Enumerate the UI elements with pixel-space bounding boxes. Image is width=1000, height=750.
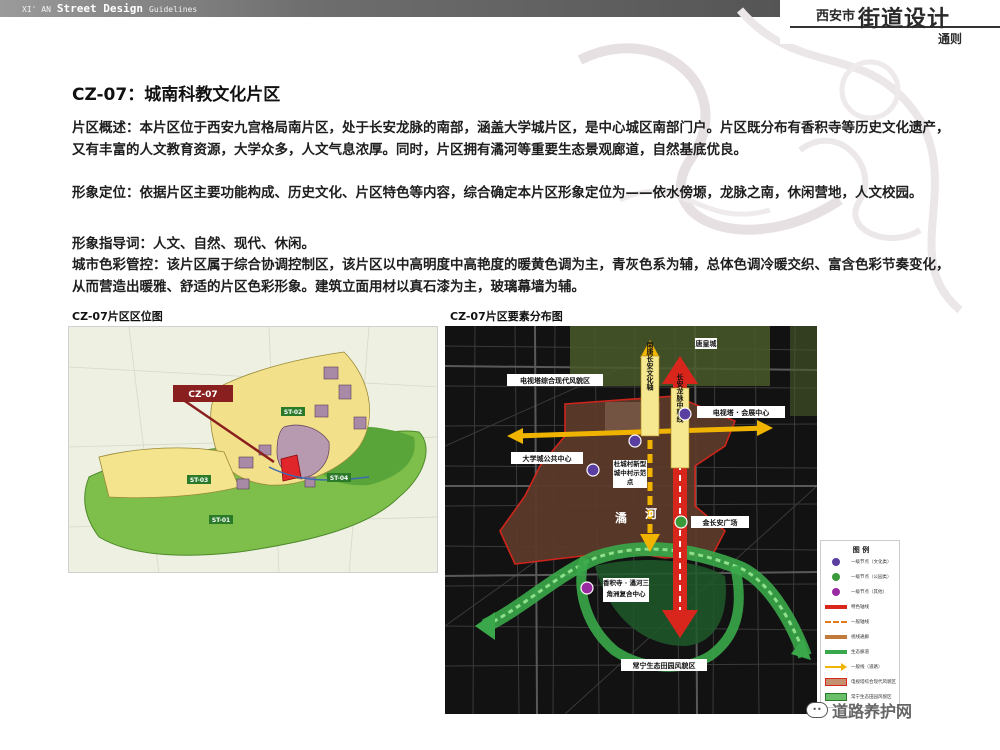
header-main-title: 街道设计	[858, 7, 951, 32]
zone-label-st02: ST-02	[284, 409, 302, 416]
legend-dashed-axis-icon	[825, 618, 847, 626]
legend-row-feature-axis: 特色轴线	[825, 602, 899, 612]
legend-row-eco-corridor: 生态廊道	[825, 647, 899, 657]
label-xiangji: 香积寺 · 潏河三角洲复合中心	[603, 579, 649, 598]
header-sub-title: 通则	[938, 32, 963, 46]
header-suffix: Guidelines	[149, 5, 198, 14]
legend-row-tv-district: 电视塔综合现代风貌区	[825, 677, 899, 687]
node-ducheng	[628, 434, 642, 448]
header-brand-title: Street Design	[56, 2, 143, 15]
header-brand: XI' AN Street Design Guidelines	[22, 2, 197, 15]
node-univ-center	[586, 463, 600, 477]
keywords-paragraph: 形象指导词：人文、自然、现代、休闲。	[72, 236, 315, 252]
legend-purple-dot-icon	[825, 558, 847, 566]
map-legend: 图 例 一级节点（文化类） 一级节点（公园类） 一级节点（其他） 特色轴线 一般…	[820, 540, 900, 708]
legend-row-park-node: 一级节点（公园类）	[825, 572, 899, 582]
label-river-2: 河	[644, 506, 657, 521]
label-jinchangan: 金长安广场	[702, 518, 738, 527]
node-xiangji	[580, 581, 594, 595]
legend-title: 图 例	[852, 546, 870, 554]
node-jinchangan	[674, 515, 688, 529]
legend-row-cultural-node: 一级节点（文化类）	[825, 557, 899, 567]
legend-red-axis-icon	[825, 603, 847, 611]
callout-label: CZ-07	[188, 390, 217, 400]
zone-label-st03: ST-03	[190, 477, 208, 484]
legend-magenta-dot-icon	[825, 588, 847, 596]
watermark: •• 道路养护网	[806, 698, 912, 722]
positioning-paragraph: 形象定位：依据片区主要功能构成、历史文化、片区特色等内容，综合确定本片区形象定位…	[72, 185, 923, 201]
label-tv-tower-district: 电视塔综合现代风貌区	[520, 376, 590, 385]
label-tang-axis: 南唐长安文化轴	[646, 341, 655, 392]
legend-sight-corridor-icon	[825, 633, 847, 641]
color-control-paragraph: 城市色彩管控：该片区属于综合协调控制区，该片区以中高明度中高艳度的暖黄色调为主，…	[72, 257, 950, 295]
legend-green-corridor-icon	[825, 648, 847, 656]
label-river-1: 潏	[615, 510, 627, 525]
zone-label-st01: ST-01	[212, 517, 230, 524]
section-title: CZ-07：城南科教文化片区	[72, 85, 281, 105]
wechat-icon: ••	[806, 702, 828, 718]
label-univ-center: 大学城公共中心	[523, 454, 572, 463]
label-huangcheng: 唐皇城	[696, 339, 717, 348]
elements-map: 南唐长安文化轴 长安龙脉中轴线 唐皇城 电视塔综合现代风貌区 电视塔 · 会展中…	[445, 326, 817, 714]
label-tv-node: 电视塔 · 会展中心	[713, 408, 770, 417]
header-prefix: XI' AN	[22, 5, 51, 14]
legend-row-road-line: 一般线（道路）	[825, 662, 899, 672]
legend-yellow-arrow-icon	[825, 663, 847, 671]
overview-paragraph: 片区概述：本片区位于西安九宫格局南片区，处于长安龙脉的南部，涵盖大学城片区，是中…	[72, 120, 950, 158]
header-city: 西安市	[816, 9, 856, 24]
legend-row-other-node: 一级节点（其他）	[825, 587, 899, 597]
elements-map-caption: CZ-07片区要素分布图	[450, 310, 563, 323]
legend-row-general-axis: 一般轴线	[825, 617, 899, 627]
node-tv-tower	[678, 407, 692, 421]
location-map: CZ-07 ST-01 ST-02 ST-03 ST-04	[68, 326, 438, 573]
legend-row-sight-corridor: 视线通廊	[825, 632, 899, 642]
label-changning: 常宁生态田园风貌区	[633, 661, 696, 670]
legend-green-dot-icon	[825, 573, 847, 581]
zone-label-st04: ST-04	[330, 475, 348, 482]
location-map-caption: CZ-07片区区位图	[72, 310, 163, 323]
watermark-text: 道路养护网	[832, 702, 913, 721]
legend-brown-area-icon	[825, 678, 847, 686]
label-ducheng: 杜城村新型城中村示范点	[613, 460, 647, 486]
